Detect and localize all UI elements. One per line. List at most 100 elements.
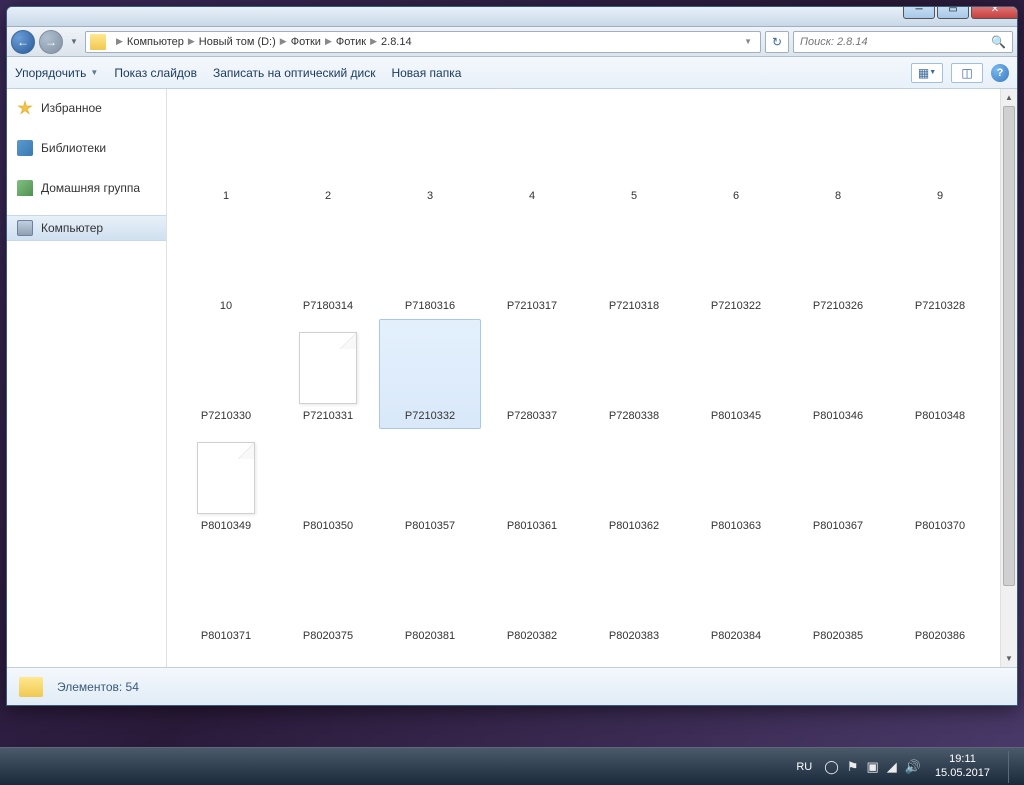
sidebar-item-computer[interactable]: Компьютер: [7, 215, 166, 241]
file-name-label: P7210326: [813, 300, 863, 312]
file-item[interactable]: P7210318: [583, 209, 685, 319]
file-item[interactable]: P7210326: [787, 209, 889, 319]
taskbar[interactable]: RU ◯ ⚑ ▣ ◢ 🔊 19:11 15.05.2017: [0, 747, 1024, 785]
vertical-scrollbar[interactable]: ▲ ▼: [1000, 89, 1017, 667]
forward-button[interactable]: →: [39, 30, 63, 54]
titlebar[interactable]: ─ ▭ ✕: [7, 7, 1017, 27]
breadcrumb[interactable]: 2.8.14: [381, 36, 412, 48]
tray-overflow-icon[interactable]: ◯: [824, 759, 839, 775]
file-item[interactable]: 2: [277, 99, 379, 209]
scroll-down-button[interactable]: ▼: [1001, 650, 1017, 667]
power-icon[interactable]: ▣: [866, 759, 878, 775]
file-item[interactable]: P7180314: [277, 209, 379, 319]
breadcrumb[interactable]: Фотки: [291, 36, 321, 48]
file-item[interactable]: P8020387: [175, 649, 277, 667]
file-item[interactable]: P8010361: [481, 429, 583, 539]
file-item[interactable]: P7280337: [481, 319, 583, 429]
file-item[interactable]: 4: [481, 99, 583, 209]
search-box[interactable]: 🔍: [793, 31, 1013, 53]
file-item[interactable]: P8020400: [787, 649, 889, 667]
file-item[interactable]: P8020385: [787, 539, 889, 649]
file-item[interactable]: 9: [889, 99, 991, 209]
file-item[interactable]: 8: [787, 99, 889, 209]
file-item[interactable]: P8020397: [583, 649, 685, 667]
chevron-right-icon[interactable]: ▶: [188, 36, 195, 47]
file-item[interactable]: P8020399: [685, 649, 787, 667]
organize-menu[interactable]: Упорядочить ▼: [15, 66, 98, 80]
file-item[interactable]: P8010345: [685, 319, 787, 429]
file-item[interactable]: P7280338: [583, 319, 685, 429]
chevron-right-icon[interactable]: ▶: [116, 36, 123, 47]
file-item[interactable]: P7210330: [175, 319, 277, 429]
scrollbar-thumb[interactable]: [1003, 106, 1015, 586]
file-item[interactable]: P8020391: [379, 649, 481, 667]
file-item[interactable]: P8020388: [277, 649, 379, 667]
help-button[interactable]: ?: [991, 64, 1009, 82]
file-item[interactable]: P8010348: [889, 319, 991, 429]
file-list-pane[interactable]: 1234568910P7180314P7180316P7210317P72103…: [167, 89, 1017, 667]
file-item[interactable]: 6: [685, 99, 787, 209]
address-bar[interactable]: ▶ Компьютер ▶ Новый том (D:) ▶ Фотки ▶ Ф…: [85, 31, 761, 53]
file-item[interactable]: P8010349: [175, 429, 277, 539]
sidebar-item-homegroup[interactable]: Домашняя группа: [7, 175, 166, 201]
clock[interactable]: 19:11 15.05.2017: [929, 753, 996, 779]
search-icon[interactable]: 🔍: [991, 35, 1006, 49]
file-item[interactable]: P8020382: [481, 539, 583, 649]
search-input[interactable]: [800, 36, 991, 48]
volume-icon[interactable]: 🔊: [905, 759, 921, 775]
file-item[interactable]: P8010370: [889, 429, 991, 539]
chevron-right-icon[interactable]: ▶: [280, 36, 287, 47]
maximize-button[interactable]: ▭: [937, 6, 969, 19]
file-item[interactable]: P7180316: [379, 209, 481, 319]
sidebar-item-libraries[interactable]: Библиотеки: [7, 135, 166, 161]
file-item[interactable]: P8020403: [889, 649, 991, 667]
breadcrumb[interactable]: Новый том (D:): [199, 36, 276, 48]
file-item[interactable]: 1: [175, 99, 277, 209]
file-item[interactable]: P7210331: [277, 319, 379, 429]
view-options-button[interactable]: ▦ ▼: [911, 63, 943, 83]
file-item[interactable]: P8020375: [277, 539, 379, 649]
burn-button[interactable]: Записать на оптический диск: [213, 66, 376, 80]
file-item[interactable]: P8020392: [481, 649, 583, 667]
file-item[interactable]: P8020381: [379, 539, 481, 649]
file-item[interactable]: P8020386: [889, 539, 991, 649]
sidebar-item-favorites[interactable]: Избранное: [7, 95, 166, 121]
back-button[interactable]: ←: [11, 30, 35, 54]
file-name-label: P8020383: [609, 630, 659, 642]
show-desktop-button[interactable]: [1008, 751, 1018, 783]
file-item[interactable]: P8010363: [685, 429, 787, 539]
preview-pane-button[interactable]: ◫: [951, 63, 983, 83]
scroll-up-button[interactable]: ▲: [1001, 89, 1017, 106]
close-button[interactable]: ✕: [971, 6, 1018, 19]
file-item[interactable]: P8010367: [787, 429, 889, 539]
flag-icon[interactable]: ⚑: [847, 759, 859, 775]
file-item[interactable]: 5: [583, 99, 685, 209]
file-item[interactable]: P8010357: [379, 429, 481, 539]
chevron-right-icon[interactable]: ▶: [325, 36, 332, 47]
file-item[interactable]: P7210317: [481, 209, 583, 319]
file-item[interactable]: P8010346: [787, 319, 889, 429]
file-item[interactable]: P8010350: [277, 429, 379, 539]
file-item[interactable]: 10: [175, 209, 277, 319]
file-item[interactable]: 3: [379, 99, 481, 209]
address-dropdown[interactable]: ▼: [740, 37, 756, 46]
file-item[interactable]: P8010371: [175, 539, 277, 649]
file-item[interactable]: P7210328: [889, 209, 991, 319]
slideshow-button[interactable]: Показ слайдов: [114, 66, 197, 80]
breadcrumb[interactable]: Компьютер: [127, 36, 184, 48]
refresh-button[interactable]: ↻: [765, 31, 789, 53]
file-item[interactable]: P8020383: [583, 539, 685, 649]
language-indicator[interactable]: RU: [792, 759, 816, 775]
network-icon[interactable]: ◢: [887, 759, 897, 775]
file-item[interactable]: P7210322: [685, 209, 787, 319]
chevron-right-icon[interactable]: ▶: [370, 36, 377, 47]
breadcrumb[interactable]: Фотик: [336, 36, 366, 48]
minimize-button[interactable]: ─: [903, 6, 935, 19]
history-dropdown[interactable]: ▼: [67, 30, 81, 54]
libraries-icon: [17, 140, 33, 156]
sidebar-label: Компьютер: [41, 221, 103, 235]
file-item[interactable]: P8020384: [685, 539, 787, 649]
file-item[interactable]: P7210332: [379, 319, 481, 429]
file-item[interactable]: P8010362: [583, 429, 685, 539]
new-folder-button[interactable]: Новая папка: [391, 66, 461, 80]
